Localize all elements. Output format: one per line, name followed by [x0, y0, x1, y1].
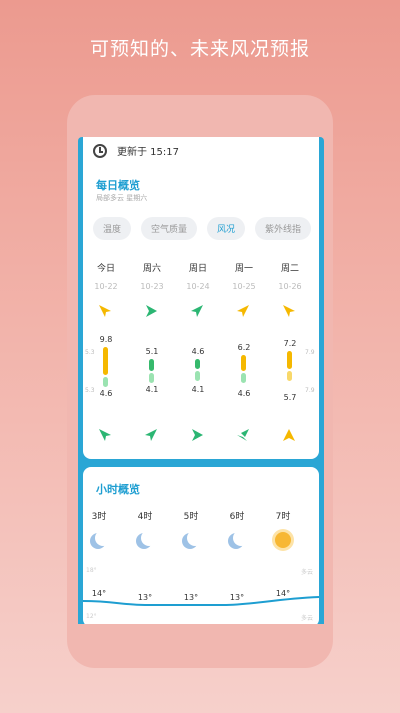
day-column[interactable]: 周一 10-25 [221, 261, 267, 291]
low-value: 4.6 [99, 389, 113, 398]
range-bar [241, 355, 246, 371]
wind-arrow-icon [145, 429, 157, 441]
high-value: 6.2 [237, 343, 251, 352]
day-column[interactable]: 周日 10-24 [175, 261, 221, 291]
wind-arrow-icon [237, 305, 249, 317]
hour-column[interactable]: 7时 [263, 509, 303, 548]
range-bar [149, 373, 154, 383]
range-bar [195, 359, 200, 369]
hour-label: 7时 [275, 512, 291, 522]
hour-column[interactable]: 5时 [171, 509, 211, 548]
high-value: 9.8 [99, 335, 113, 344]
wind-arrow-icon [283, 305, 295, 317]
update-time: 更新于 15:17 [117, 147, 179, 158]
hour-column[interactable]: 3时 [79, 509, 119, 548]
day-column[interactable]: 周二 10-26 [267, 261, 313, 291]
moon-icon [141, 530, 157, 546]
daily-subtitle: 局部多云 星期六 [96, 194, 148, 202]
high-value: 4.6 [191, 347, 205, 356]
range-bar [287, 351, 292, 369]
wind-arrow-icon [146, 305, 157, 317]
day-name: 周一 [234, 264, 253, 274]
clock-icon [93, 143, 107, 158]
low-value: 4.1 [145, 385, 159, 394]
day-date: 10-25 [232, 282, 256, 291]
axis-label: 12° [86, 613, 97, 620]
axis-label: 多云 [301, 615, 314, 622]
metric-tabs: 温度 空气质量 风况 紫外线指 [93, 217, 312, 240]
update-row: 更新于 15:17 [93, 143, 179, 158]
headline: 可预知的、未来风况预报 [89, 38, 310, 60]
axis-label: 7.9 [305, 349, 315, 356]
hour-column[interactable]: 4时 [125, 509, 165, 548]
low-value: 4.6 [237, 389, 251, 398]
day-date: 10-23 [140, 282, 164, 291]
day-name: 周日 [188, 264, 207, 274]
moon-icon [187, 530, 203, 546]
day-column[interactable]: 今日 10-22 [83, 261, 129, 291]
day-name: 周二 [280, 264, 299, 274]
range-bar [103, 347, 108, 375]
wind-arrow-icon [192, 429, 203, 441]
axis-label: 多云 [301, 569, 314, 576]
tab-air-quality[interactable]: 空气质量 [141, 217, 198, 240]
range-bar [241, 373, 246, 383]
wind-arrow-icon [99, 305, 111, 317]
hourly-title: 小时概览 [96, 483, 140, 496]
high-value: 7.2 [283, 339, 297, 348]
day-date: 10-26 [278, 282, 302, 291]
daily-overview-card: 更新于 15:17 每日概览 局部多云 星期六 温度 空气质量 风况 紫外线指 … [83, 137, 319, 459]
phone-mockup: 更新于 15:17 每日概览 局部多云 星期六 温度 空气质量 风况 紫外线指 … [67, 95, 333, 668]
axis-label: 18° [86, 567, 97, 574]
range-bar [287, 371, 292, 381]
high-value: 5.1 [145, 347, 159, 356]
hour-label: 3时 [91, 512, 107, 522]
hourly-overview-card: 小时概览 3时 4时 5时 6时 7时 18° 12° 多云 多云 14° 13… [83, 467, 319, 624]
app-screen: 更新于 15:17 每日概览 局部多云 星期六 温度 空气质量 风况 紫外线指 … [78, 137, 324, 624]
hour-label: 4时 [137, 512, 153, 522]
axis-label: 7.9 [305, 387, 315, 394]
temperature-curve [83, 596, 319, 606]
low-value: 5.7 [283, 393, 297, 402]
wind-arrow-icon [283, 429, 295, 441]
low-value: 4.1 [191, 385, 205, 394]
daily-title: 每日概览 [96, 179, 140, 192]
day-date: 10-24 [186, 282, 210, 291]
day-name: 周六 [142, 264, 161, 274]
tab-uv-index[interactable]: 紫外线指 [255, 217, 312, 240]
hour-label: 5时 [183, 512, 199, 522]
day-column[interactable]: 周六 10-23 [129, 261, 175, 291]
tab-wind[interactable]: 风况 [207, 217, 246, 240]
moon-icon [233, 530, 249, 546]
range-bar [195, 371, 200, 381]
hour-column[interactable]: 6时 [217, 509, 257, 548]
tab-temperature[interactable]: 温度 [93, 217, 132, 240]
day-name: 今日 [96, 264, 115, 274]
wind-arrow-icon [237, 429, 249, 441]
moon-icon [95, 530, 111, 546]
wind-arrow-icon [191, 305, 203, 317]
range-bar [103, 377, 108, 387]
day-date: 10-22 [94, 282, 118, 291]
range-bar [149, 359, 154, 371]
wind-arrow-icon [99, 429, 111, 441]
sun-icon [275, 532, 291, 548]
axis-label: 5.3 [85, 349, 95, 356]
hour-label: 6时 [229, 512, 245, 522]
